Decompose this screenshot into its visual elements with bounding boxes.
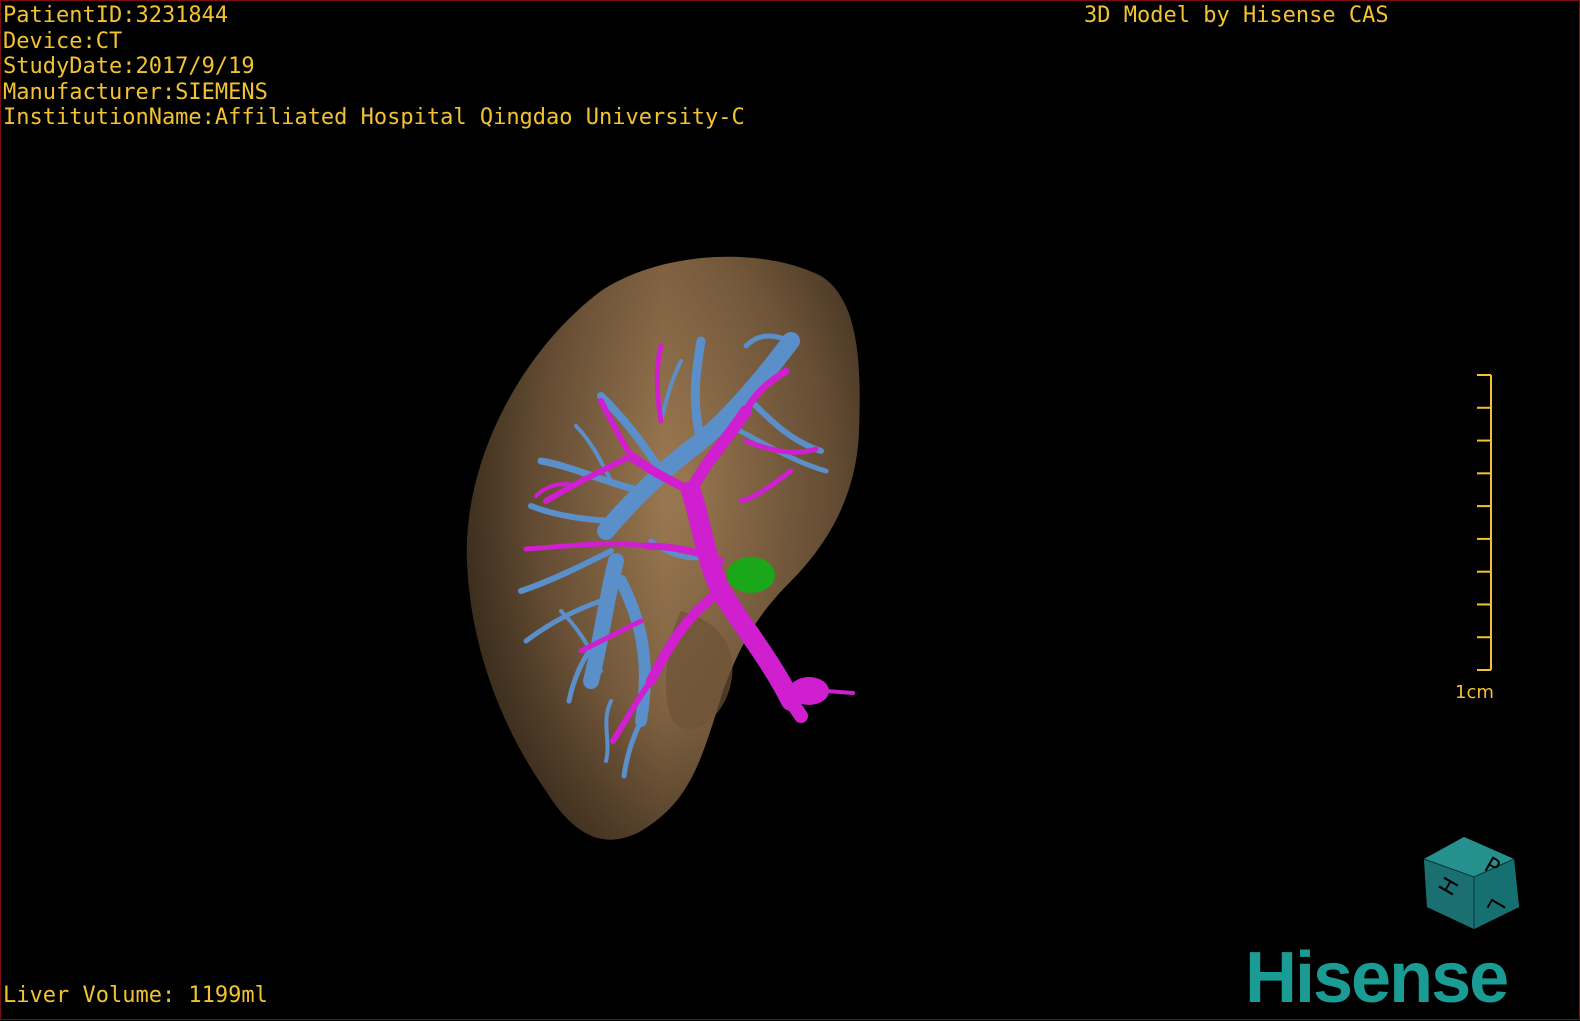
scale-bar <box>1477 374 1492 671</box>
orientation-cube[interactable]: P H L <box>1419 829 1529 939</box>
device-text: Device:CT <box>3 28 123 54</box>
manufacturer-text: Manufacturer:SIEMENS <box>3 79 268 105</box>
scale-bar-label: 1cm <box>1455 682 1494 703</box>
model-credit-text: 3D Model by Hisense CAS <box>1084 3 1389 28</box>
3d-viewport[interactable]: PatientID:3231844 Device:CT StudyDate:20… <box>0 0 1580 1020</box>
hisense-logo: Hisense <box>1245 938 1509 1018</box>
study-date-text: StudyDate:2017/9/19 <box>3 54 255 79</box>
institution-text: InstitutionName:Affiliated Hospital Qing… <box>3 105 745 130</box>
liver-volume-text: Liver Volume: 1199ml <box>3 983 268 1008</box>
patient-id-text: PatientID:3231844 <box>3 3 229 28</box>
study-info-overlay: PatientID:3231844 Device:CT StudyDate:20… <box>3 3 745 131</box>
